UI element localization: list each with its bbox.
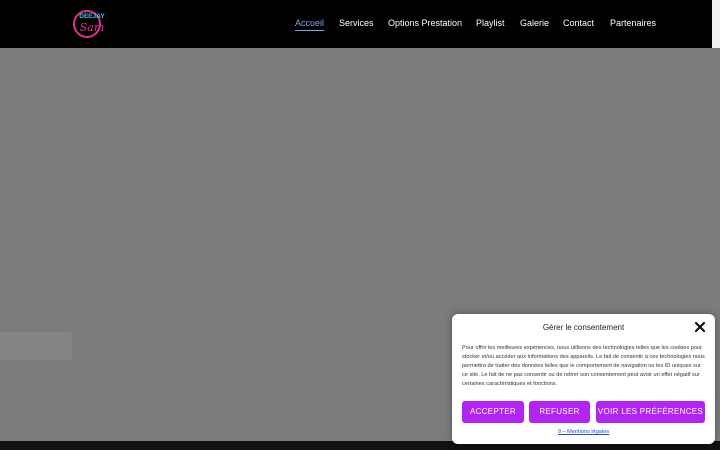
nav-item-services[interactable]: Services [339, 18, 374, 29]
nav-item-options-prestation[interactable]: Options Prestation [388, 18, 462, 29]
nav-item-contact[interactable]: Contact [563, 18, 594, 29]
site-header: DEEJAY Sam Accueil Services Options Pres… [0, 0, 712, 48]
legal-notice-link[interactable]: 9 – Mentions légales [452, 429, 715, 435]
nav-item-playlist[interactable]: Playlist [476, 18, 505, 29]
consent-dialog: Gérer le consentement Pour offrir les me… [452, 314, 715, 444]
nav-item-galerie[interactable]: Galerie [520, 18, 549, 29]
main-nav: Accueil Services Options Prestation Play… [0, 0, 712, 48]
consent-body: Pour offrir les meilleures expériences, … [462, 345, 705, 387]
scrollbar-track[interactable] [712, 0, 720, 48]
hero-ghost-button [0, 332, 72, 360]
nav-item-accueil[interactable]: Accueil [295, 18, 325, 31]
refuse-button[interactable]: REFUSER [529, 401, 590, 423]
view-preferences-button[interactable]: VOIR LES PRÉFÉRENCES [596, 401, 705, 423]
consent-title: Gérer le consentement [542, 323, 625, 332]
nav-item-partenaires[interactable]: Partenaires [610, 18, 656, 29]
close-icon[interactable] [694, 321, 706, 333]
accept-button[interactable]: ACCEPTER [462, 401, 524, 423]
